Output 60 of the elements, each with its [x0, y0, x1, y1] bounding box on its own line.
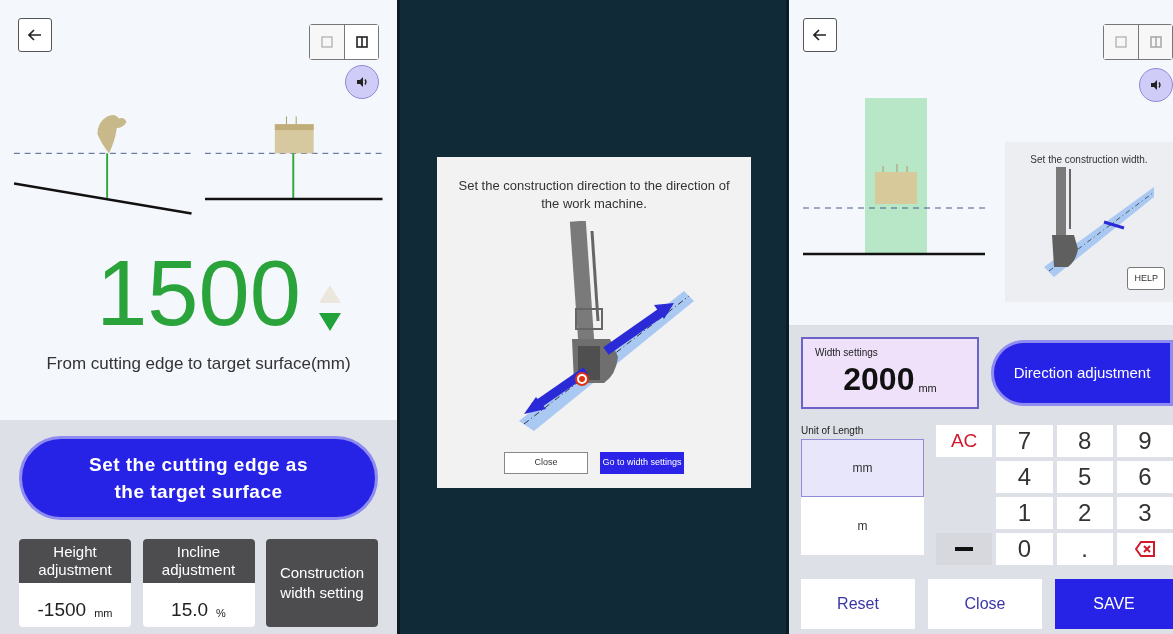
- keypad-key[interactable]: 1: [996, 497, 1053, 529]
- width-value: 2000: [843, 360, 915, 398]
- unit-option[interactable]: mm: [801, 439, 924, 497]
- tile-value: 15.0: [171, 600, 209, 619]
- construction-width-button[interactable]: Construction width setting: [266, 539, 378, 627]
- keypad-key[interactable]: .: [1056, 533, 1113, 565]
- keypad-key[interactable]: 4: [996, 461, 1053, 493]
- single-view-icon: [1115, 36, 1127, 48]
- keypad-key[interactable]: 8: [1056, 425, 1113, 457]
- keypad-key[interactable]: 5: [1056, 461, 1113, 493]
- dialog-message: Set the construction direction to the direction of the work machine.: [457, 177, 731, 213]
- up-triangle-icon: [318, 285, 341, 303]
- speaker-icon: [1150, 79, 1162, 91]
- footer-button[interactable]: Close: [928, 579, 1042, 629]
- adjustment-tile[interactable]: Height adjustment -1500 mm: [19, 539, 131, 627]
- tile-unit: %: [216, 608, 226, 619]
- help-text: Set the construction width.: [1030, 153, 1148, 167]
- split-view-button[interactable]: [344, 25, 378, 59]
- clear-key[interactable]: AC: [936, 425, 993, 457]
- keypad-key[interactable]: 3: [1116, 497, 1173, 529]
- minus-key[interactable]: [936, 533, 993, 565]
- split-view-icon: [355, 36, 368, 48]
- minus-icon: [955, 547, 974, 551]
- backspace-key[interactable]: [1116, 533, 1173, 565]
- tile-unit: mm: [94, 608, 113, 619]
- adjustment-tile[interactable]: Incline adjustment 15.0 %: [142, 539, 255, 627]
- tile-label: Height adjustment: [37, 543, 113, 579]
- width-unit: mm: [918, 380, 937, 396]
- back-arrow-icon: [813, 29, 827, 41]
- tile-label: Incline adjustment: [160, 543, 237, 579]
- width-field[interactable]: Width settings 2000 mm: [801, 337, 979, 409]
- keypad-key[interactable]: 9: [1116, 425, 1173, 457]
- down-triangle-icon: [318, 313, 341, 331]
- set-target-surface-button[interactable]: Set the cutting edge as the target surface: [19, 436, 378, 520]
- sound-button[interactable]: [345, 65, 379, 99]
- tile-value: -1500: [37, 600, 87, 619]
- sound-button[interactable]: [1139, 68, 1173, 102]
- distance-value: 1500: [96, 247, 301, 339]
- backspace-icon: [1134, 541, 1155, 557]
- keypad-key[interactable]: 6: [1116, 461, 1173, 493]
- field-label: Width settings: [815, 346, 879, 360]
- split-view-icon: [1149, 36, 1162, 48]
- unit-option[interactable]: m: [801, 497, 924, 555]
- single-view-icon: [321, 36, 333, 48]
- keypad-key[interactable]: 0: [996, 533, 1053, 565]
- distance-caption: From cutting edge to target surface(mm): [45, 353, 352, 375]
- keypad-key[interactable]: 2: [1056, 497, 1113, 529]
- keypad-key[interactable]: 7: [996, 425, 1053, 457]
- back-button[interactable]: [18, 18, 52, 52]
- split-view-button[interactable]: [1138, 25, 1172, 59]
- help-button[interactable]: HELP: [1127, 266, 1165, 290]
- speaker-icon: [356, 76, 368, 88]
- back-arrow-icon: [28, 29, 42, 41]
- unit-label: Unit of Length: [801, 424, 865, 438]
- save-button[interactable]: SAVE: [1055, 579, 1173, 629]
- direction-adjustment-button[interactable]: Direction adjustment: [991, 340, 1173, 406]
- close-button[interactable]: Close: [504, 452, 588, 474]
- footer-button[interactable]: Reset: [801, 579, 915, 629]
- back-button[interactable]: [803, 18, 837, 52]
- go-to-width-settings-button[interactable]: Go to width settings: [600, 452, 684, 474]
